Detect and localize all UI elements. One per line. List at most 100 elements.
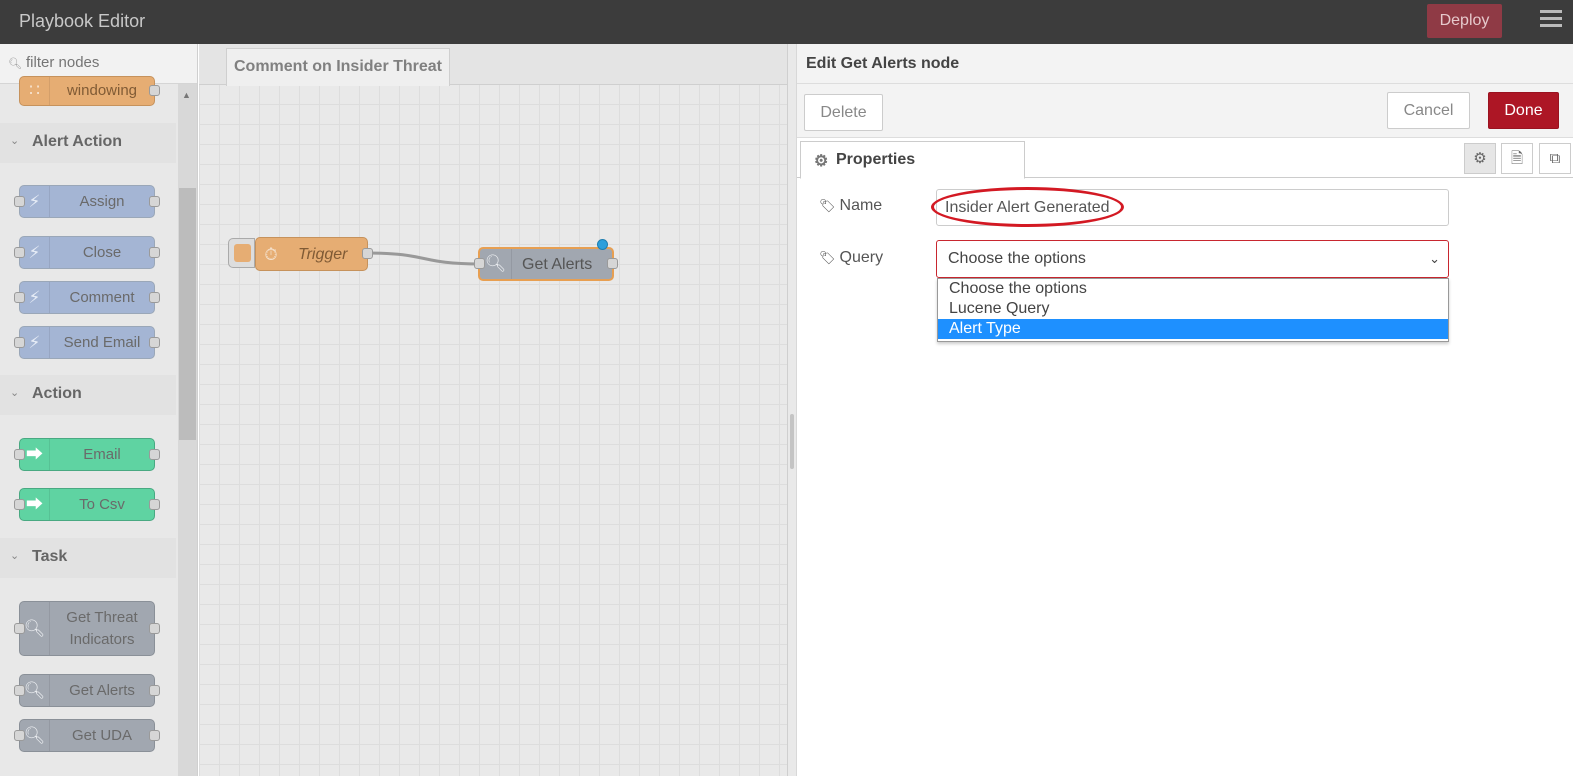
tray-header: Edit Get Alerts node xyxy=(797,44,1573,84)
trigger-button-face xyxy=(234,244,251,262)
flow-workspace[interactable]: Comment on Insider Threat ⏱︎ Trigger 🔍︎ … xyxy=(199,44,787,776)
output-port[interactable] xyxy=(149,448,160,460)
palette-node-label: To Csv xyxy=(79,495,125,513)
flow-node-trigger[interactable]: ⏱︎ Trigger xyxy=(255,237,373,271)
palette-node-label: Assign xyxy=(79,192,125,210)
hamburger-menu-icon[interactable] xyxy=(1540,10,1562,32)
flow-node-get-alerts[interactable]: 🔍︎ Get Alerts xyxy=(474,247,618,281)
cancel-button[interactable]: Cancel xyxy=(1387,92,1470,129)
scrollbar-thumb[interactable] xyxy=(179,188,196,440)
query-dropdown-list: Choose the options Lucene Query Alert Ty… xyxy=(937,278,1449,342)
category-label: Task xyxy=(32,548,68,565)
gear-icon: ⚙ xyxy=(814,153,829,170)
palette-node-label: Close xyxy=(82,243,122,261)
panel-splitter[interactable] xyxy=(787,44,797,776)
query-selected-value: Choose the options xyxy=(948,250,1086,267)
query-select[interactable]: Choose the options ⌄ xyxy=(936,240,1449,278)
output-port[interactable] xyxy=(149,622,160,634)
palette-node-label: Email xyxy=(83,445,121,463)
palette-node-email[interactable]: ⮕ Email xyxy=(14,438,160,471)
input-port[interactable] xyxy=(14,246,25,258)
chevron-down-icon: ⌄ xyxy=(10,550,20,562)
timer-icon: ⏱︎ xyxy=(264,245,278,264)
description-tab-document-icon[interactable]: 🗎︎ xyxy=(1501,143,1533,174)
tag-icon: 🏷︎ xyxy=(819,198,836,213)
palette-node-label: Send Email xyxy=(63,333,141,351)
tray-toolbar: Delete Cancel Done xyxy=(797,84,1573,138)
palette-node-label: Get UDA xyxy=(71,726,132,744)
palette-node-label: Get Threat Indicators xyxy=(66,608,138,648)
output-port[interactable] xyxy=(149,498,160,510)
option-lucene-query[interactable]: Lucene Query xyxy=(938,299,1448,319)
query-label-text: Query xyxy=(839,249,884,266)
input-port[interactable] xyxy=(14,291,25,303)
flow-node-label: Get Alerts xyxy=(522,256,593,273)
red-ellipse-annotation xyxy=(931,187,1124,227)
option-alert-type[interactable]: Alert Type xyxy=(938,319,1448,339)
input-port[interactable] xyxy=(14,448,25,460)
chevron-down-icon: ⌄ xyxy=(1429,251,1440,266)
palette-scrollbar[interactable]: ▲ xyxy=(178,84,197,776)
tray-title: Edit Get Alerts node xyxy=(806,55,960,72)
category-action[interactable]: ⌄ Action xyxy=(0,375,176,415)
category-label: Action xyxy=(32,385,82,402)
output-port[interactable] xyxy=(149,684,160,696)
palette-node-to-csv[interactable]: ⮕ To Csv xyxy=(14,488,160,521)
palette-node-windowing[interactable]: ∷ windowing xyxy=(19,76,160,106)
palette-node-label: windowing xyxy=(66,82,138,99)
palette-node-get-uda[interactable]: 🔍︎ Get UDA xyxy=(14,719,160,752)
tab-properties[interactable]: ⚙ Properties xyxy=(800,141,1025,179)
palette-node-label: Comment xyxy=(69,288,135,306)
input-port[interactable] xyxy=(474,258,485,269)
done-button[interactable]: Done xyxy=(1488,92,1559,129)
node-palette: 🔍︎ ∷ windowing ⌄ Alert Action ⚡︎ Assign … xyxy=(0,44,198,776)
name-label-text: Name xyxy=(839,197,883,214)
input-port[interactable] xyxy=(14,729,25,741)
chevron-down-icon: ⌄ xyxy=(10,135,20,147)
trigger-inject-button[interactable] xyxy=(228,238,255,268)
category-alert-action[interactable]: ⌄ Alert Action xyxy=(0,123,176,163)
output-port[interactable] xyxy=(149,85,160,96)
output-port[interactable] xyxy=(149,291,160,303)
filter-nodes-input[interactable] xyxy=(26,54,186,71)
output-port[interactable] xyxy=(149,729,160,741)
palette-node-assign[interactable]: ⚡︎ Assign xyxy=(14,185,160,218)
node-edit-tray: Edit Get Alerts node Delete Cancel Done … xyxy=(797,44,1573,776)
appearance-tab-frame-icon[interactable]: ⧉ xyxy=(1539,143,1571,174)
splitter-grip[interactable] xyxy=(790,414,794,469)
tag-icon: 🏷︎ xyxy=(819,250,836,265)
tab-label: Properties xyxy=(836,151,916,168)
palette-node-close[interactable]: ⚡︎ Close xyxy=(14,236,160,269)
input-port[interactable] xyxy=(14,684,25,696)
palette-node-label: Get Alerts xyxy=(69,681,135,699)
scroll-up-arrow-icon[interactable]: ▲ xyxy=(182,90,191,100)
palette-node-send-email[interactable]: ⚡︎ Send Email xyxy=(14,326,160,359)
search-icon: 🔍︎ xyxy=(8,58,22,70)
palette-node-get-threat-indicators[interactable]: 🔍︎ Get Threat Indicators xyxy=(14,601,160,656)
input-port[interactable] xyxy=(14,622,25,634)
flow-node-label: Trigger xyxy=(298,246,348,263)
input-port[interactable] xyxy=(14,498,25,510)
output-port[interactable] xyxy=(607,258,618,269)
category-task[interactable]: ⌄ Task xyxy=(0,538,176,578)
deploy-button[interactable]: Deploy xyxy=(1427,4,1502,38)
connection-wire xyxy=(367,251,481,266)
option-choose-the-options[interactable]: Choose the options xyxy=(938,279,1448,299)
tray-tabs: ⚙ Properties ⚙ 🗎︎ ⧉ xyxy=(797,138,1573,179)
name-label: 🏷︎ Name xyxy=(819,197,882,215)
settings-tab-gear-icon[interactable]: ⚙ xyxy=(1464,143,1496,174)
category-label: Alert Action xyxy=(32,133,123,150)
output-port[interactable] xyxy=(362,248,373,259)
header-bar: Playbook Editor Deploy xyxy=(0,0,1573,44)
chevron-down-icon: ⌄ xyxy=(10,387,20,399)
output-port[interactable] xyxy=(149,336,160,348)
changed-indicator-dot xyxy=(597,239,608,250)
input-port[interactable] xyxy=(14,195,25,207)
windowing-icon: ∷ xyxy=(20,77,50,105)
output-port[interactable] xyxy=(149,246,160,258)
palette-node-comment[interactable]: ⚡︎ Comment xyxy=(14,281,160,314)
delete-button[interactable]: Delete xyxy=(804,94,883,131)
output-port[interactable] xyxy=(149,195,160,207)
palette-node-get-alerts[interactable]: 🔍︎ Get Alerts xyxy=(14,674,160,707)
input-port[interactable] xyxy=(14,336,25,348)
